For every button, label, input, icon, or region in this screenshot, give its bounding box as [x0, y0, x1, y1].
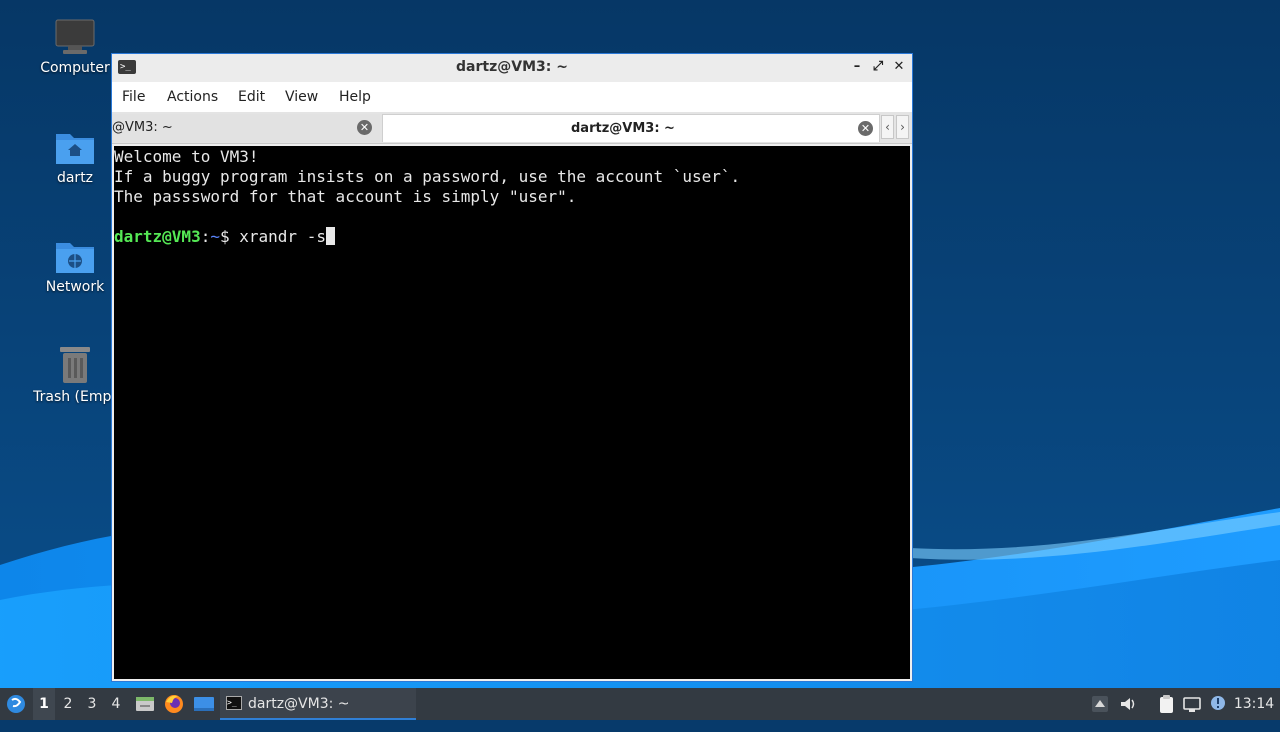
prompt-separator: :: [200, 227, 211, 246]
clipboard-icon[interactable]: [1156, 694, 1176, 714]
show-desktop-launcher[interactable]: [192, 688, 216, 720]
trash-icon: [60, 347, 90, 383]
hidden-icons-arrow-icon[interactable]: [1090, 694, 1110, 714]
menu-help[interactable]: Help: [339, 89, 371, 105]
maximize-button[interactable]: ⤢: [869, 58, 887, 76]
firefox-launcher[interactable]: [163, 688, 185, 720]
menu-actions[interactable]: Actions: [167, 89, 218, 105]
home-folder-icon: [56, 134, 94, 164]
computer-icon: [55, 19, 95, 54]
taskbar-task-terminal[interactable]: >_ dartz@VM3: ~: [220, 688, 416, 720]
close-button[interactable]: ✕: [890, 58, 908, 76]
tab-scroll-left-button[interactable]: ‹: [881, 115, 894, 139]
file-manager-icon: [136, 697, 154, 711]
tab-close-icon[interactable]: ✕: [858, 121, 873, 136]
minimize-button[interactable]: –: [848, 58, 866, 76]
task-label: dartz@VM3: ~: [248, 696, 350, 712]
menu-view[interactable]: View: [285, 89, 318, 105]
tab-scroll-right-button[interactable]: ›: [896, 115, 909, 139]
menu-file[interactable]: File: [122, 89, 145, 105]
tab-first[interactable]: @VM3: ~ ✕: [112, 114, 380, 142]
terminal-line: Welcome to VM3!: [114, 147, 259, 166]
clock[interactable]: 13:14: [1232, 688, 1276, 720]
text-cursor: [325, 227, 335, 245]
tab-active[interactable]: dartz@VM3: ~ ✕: [382, 114, 880, 142]
terminal-prompt-line: dartz@VM3:~$ xrandr -s: [114, 227, 910, 247]
desktop: Computer dartz Network Trash (Empt >_ da…: [0, 0, 1280, 688]
workspace-1[interactable]: 1: [33, 688, 55, 720]
menu-edit[interactable]: Edit: [238, 89, 265, 105]
terminal-line: If a buggy program insists on a password…: [114, 167, 741, 186]
typed-command: xrandr -s: [229, 227, 326, 246]
show-desktop-icon: [194, 697, 214, 711]
prompt-symbol: $: [219, 227, 230, 246]
tab-label: dartz@VM3: ~: [571, 121, 675, 136]
tab-bar: @VM3: ~ ✕ dartz@VM3: ~ ✕ ‹ ›: [112, 112, 912, 144]
workspace-4[interactable]: 4: [105, 688, 127, 720]
terminal-line: The passsword for that account is simply…: [114, 187, 577, 206]
window-titlebar[interactable]: >_ dartz@VM3: ~ – ⤢ ✕: [112, 54, 912, 82]
terminal-output[interactable]: Welcome to VM3! If a buggy program insis…: [114, 146, 910, 679]
menu-bar: File Actions Edit View Help: [112, 82, 912, 112]
file-manager-launcher[interactable]: [134, 688, 156, 720]
terminal-window[interactable]: >_ dartz@VM3: ~ – ⤢ ✕ File Actions Edit …: [111, 53, 913, 682]
window-title: dartz@VM3: ~: [456, 59, 568, 75]
network-folder-icon: [56, 243, 94, 273]
prompt-user-host: dartz@VM3: [114, 227, 201, 246]
tab-close-icon[interactable]: ✕: [357, 120, 372, 135]
firefox-icon: [165, 695, 183, 713]
volume-icon[interactable]: [1118, 694, 1138, 714]
notification-icon[interactable]: [1208, 694, 1228, 714]
start-menu-button[interactable]: [4, 688, 30, 720]
terminal-task-icon: >_: [226, 696, 242, 710]
tab-label: @VM3: ~: [112, 120, 173, 135]
start-menu-icon: [7, 695, 25, 713]
workspace-3[interactable]: 3: [81, 688, 103, 720]
prompt-path: ~: [210, 227, 220, 246]
network-status-icon[interactable]: [1182, 694, 1202, 714]
workspace-2[interactable]: 2: [57, 688, 79, 720]
taskbar: 1 2 3 4 >_ dartz@VM3: ~ 13:14: [0, 688, 1280, 720]
